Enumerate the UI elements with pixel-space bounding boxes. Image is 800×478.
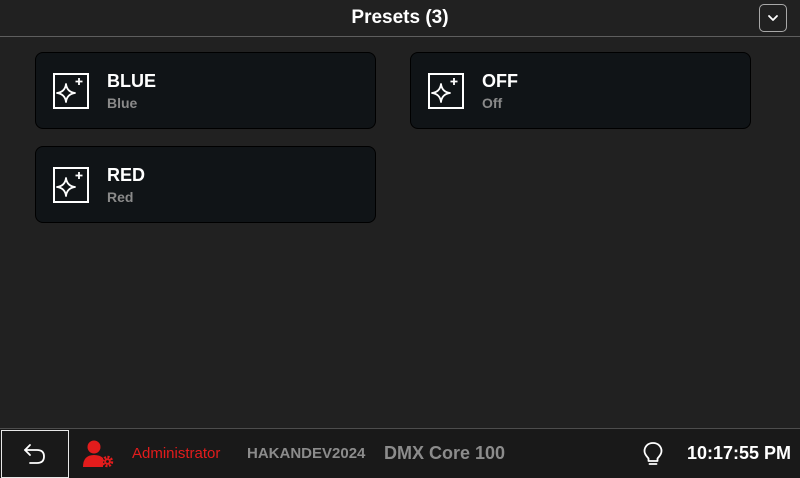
admin-user-gear-icon bbox=[83, 440, 114, 468]
sparkle-icon bbox=[53, 73, 89, 109]
device-id: HAKANDEV2024 bbox=[247, 445, 366, 462]
device-model: DMX Core 100 bbox=[384, 443, 506, 463]
preset-name: BLUE bbox=[107, 71, 156, 91]
footer-bar: Administrator HAKANDEV2024 DMX Core 100 … bbox=[0, 428, 800, 478]
user-role: Administrator bbox=[132, 445, 221, 462]
preset-name: OFF bbox=[482, 71, 518, 91]
lightbulb-icon[interactable] bbox=[641, 441, 665, 467]
page-title: Presets (3) bbox=[351, 7, 449, 28]
preset-subtitle: Off bbox=[482, 95, 503, 111]
sparkle-icon bbox=[53, 167, 89, 203]
preset-name: RED bbox=[107, 165, 146, 185]
collapse-button[interactable] bbox=[759, 4, 787, 32]
chevron-down-icon bbox=[768, 15, 778, 21]
preset-subtitle: Blue bbox=[107, 95, 138, 111]
clock: 10:17:55 PM bbox=[686, 443, 791, 463]
preset-card-off[interactable]: OFF Off bbox=[410, 52, 751, 129]
preset-card-blue[interactable]: BLUE Blue bbox=[35, 52, 376, 129]
header-bar: Presets (3) bbox=[0, 0, 800, 37]
sparkle-icon bbox=[428, 73, 464, 109]
preset-subtitle: Red bbox=[107, 189, 134, 205]
preset-card-red[interactable]: RED Red bbox=[35, 146, 376, 223]
back-button[interactable] bbox=[1, 430, 69, 478]
undo-arrow-icon bbox=[24, 444, 45, 464]
